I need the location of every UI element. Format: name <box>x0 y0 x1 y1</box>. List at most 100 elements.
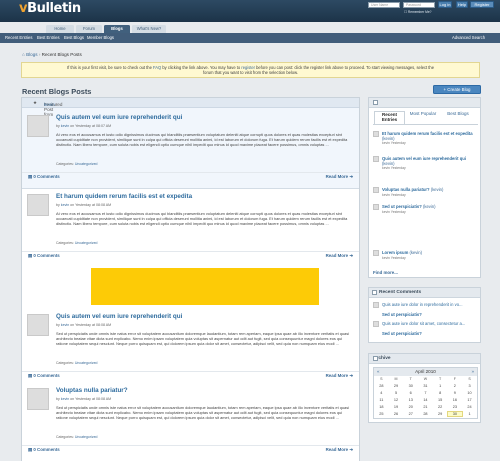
calendar-day[interactable]: 26 <box>389 412 404 416</box>
calendar-day[interactable]: 1 <box>433 384 448 388</box>
calendar-day[interactable]: 4 <box>374 391 389 395</box>
calendar-day[interactable]: 11 <box>374 398 389 402</box>
calendar-day[interactable]: 28 <box>374 384 389 388</box>
prev-month-icon[interactable]: « <box>377 368 380 376</box>
remember-me[interactable]: ☐ Remember Me? <box>404 10 432 14</box>
entry-thumbnail[interactable] <box>27 194 49 216</box>
help-button[interactable]: Help <box>456 1 468 8</box>
entry-thumbnail[interactable] <box>27 115 49 137</box>
featured-author[interactable]: kevin <box>44 102 55 107</box>
comments-link[interactable]: ▤ 0 Comments <box>28 373 60 379</box>
tab-home[interactable]: Home <box>46 25 74 33</box>
calendar-day[interactable]: 23 <box>448 405 463 409</box>
calendar-day[interactable]: 5 <box>389 391 404 395</box>
entry-title[interactable]: Voluptas nulla pariatur? <box>56 387 128 394</box>
subnav-recent-entries[interactable]: Recent Entries <box>5 35 32 40</box>
breadcrumb-blogs[interactable]: Blogs <box>26 52 38 57</box>
tab-recent-entries[interactable]: Recent Entries <box>374 111 405 125</box>
read-more-link[interactable]: Read More ➜ <box>326 447 353 453</box>
subnav-member-blogs[interactable]: Member Blogs <box>87 35 114 40</box>
next-month-icon[interactable]: » <box>471 368 474 376</box>
entry-footer: ▤ 0 Comments Read More ➜ <box>22 251 359 259</box>
calendar-day[interactable]: 10 <box>462 391 477 395</box>
calendar-day[interactable]: 9 <box>448 391 463 395</box>
calendar-day[interactable]: 8 <box>433 391 448 395</box>
login-button[interactable]: Log in <box>438 1 452 8</box>
collapse-icon[interactable] <box>373 100 378 105</box>
calendar-day[interactable]: 13 <box>403 398 418 402</box>
calendar-day[interactable]: 30 <box>403 384 418 388</box>
calendar-day[interactable]: 17 <box>462 398 477 402</box>
calendar-day[interactable]: 31 <box>418 384 433 388</box>
tab-most-popular[interactable]: Most Popular <box>408 111 438 116</box>
entry-meta: by kevin on Yesterday at 08:08 AM <box>56 323 112 327</box>
collapse-icon[interactable] <box>373 356 378 361</box>
subnav-best-blogs[interactable]: Best Blogs <box>64 35 84 40</box>
calendar-day[interactable]: 25 <box>374 412 389 416</box>
faq-link[interactable]: FAQ <box>153 65 161 70</box>
subnav-best-entries[interactable]: Best Entries <box>37 35 60 40</box>
calendar-day[interactable]: 7 <box>418 391 433 395</box>
comment-avatar <box>373 321 379 327</box>
tab-forum[interactable]: Forum <box>76 25 102 33</box>
calendar-day[interactable]: 21 <box>418 405 433 409</box>
calendar-day[interactable]: 2 <box>448 384 463 388</box>
block-title: Recent Comments <box>379 290 422 295</box>
find-more-link[interactable]: Find more... <box>373 270 398 275</box>
read-more-link[interactable]: Read More ➜ <box>326 253 353 259</box>
tab-blogs[interactable]: Blogs <box>104 25 130 33</box>
calendar-day[interactable]: 16 <box>448 398 463 402</box>
entry-thumbnail-small <box>373 250 379 256</box>
breadcrumb-current: Recent Blogs Posts <box>41 52 82 57</box>
calendar-day[interactable]: 6 <box>403 391 418 395</box>
comments-link[interactable]: ▤ 0 Comments <box>28 447 60 453</box>
read-more-link[interactable]: Read More ➜ <box>326 373 353 379</box>
calendar-day[interactable]: 27 <box>403 412 418 416</box>
calendar-day[interactable]: 22 <box>433 405 448 409</box>
read-more-link[interactable]: Read More ➜ <box>326 174 353 180</box>
archive-block: Archive April 2010 « » S M T W T F S 28 29 30 31 1 2… <box>368 353 481 423</box>
calendar-day[interactable]: 30 <box>446 411 464 417</box>
calendar-day[interactable]: 14 <box>418 398 433 402</box>
comment-icon: ▤ <box>28 253 33 258</box>
calendar-weekday: M <box>394 377 398 381</box>
entry-thumbnail[interactable] <box>27 388 49 410</box>
comment-icon: ▤ <box>28 373 33 378</box>
entry-thumbnail-small <box>373 131 379 137</box>
entry-thumbnail-small <box>373 204 379 210</box>
calendar-day[interactable]: 18 <box>374 405 389 409</box>
calendar-day[interactable]: 29 <box>433 412 448 416</box>
register-link[interactable]: register <box>241 65 255 70</box>
tab-best-blogs[interactable]: Best Blogs <box>443 111 473 116</box>
advertisement-banner[interactable] <box>91 268 319 305</box>
recent-entries-block: Recent Entries Most Popular Best Blogs E… <box>368 97 481 278</box>
calendar-weekday: T <box>439 377 442 381</box>
entry-title[interactable]: Quis autem vel eum iure reprehenderit qu… <box>56 313 182 320</box>
password-field[interactable]: Password <box>403 2 435 8</box>
tab-whats-new[interactable]: What's New? <box>132 25 166 33</box>
comments-link[interactable]: ▤ 0 Comments <box>28 253 60 259</box>
username-field[interactable]: User Name <box>368 2 400 8</box>
register-button[interactable]: Register <box>470 1 494 8</box>
entry-thumbnail[interactable] <box>27 314 49 336</box>
calendar-day[interactable]: 1 <box>462 412 477 416</box>
comments-link[interactable]: ▤ 0 Comments <box>28 174 60 180</box>
calendar-day[interactable]: 19 <box>389 405 404 409</box>
calendar-day[interactable]: 24 <box>462 405 477 409</box>
entry-title[interactable]: Et harum quidem rerum facilis est et exp… <box>56 193 192 200</box>
calendar-day[interactable]: 3 <box>462 384 477 388</box>
home-icon[interactable]: ⌂ <box>22 52 25 57</box>
calendar-day[interactable]: 12 <box>389 398 404 402</box>
featured-header: ★ Featured Post from kevin <box>22 98 359 117</box>
calendar-day[interactable]: 28 <box>418 412 433 416</box>
calendar-day[interactable]: 29 <box>389 384 404 388</box>
comment-icon: ▤ <box>28 447 33 452</box>
comment-icon: ▤ <box>28 174 33 179</box>
calendar-day[interactable]: 15 <box>433 398 448 402</box>
entry-title[interactable]: Quis autem vel eum iure reprehenderit qu… <box>56 114 182 121</box>
create-blog-button[interactable]: + Create Blog <box>433 85 481 94</box>
site-logo[interactable]: vBulletin <box>19 1 81 16</box>
advanced-search-link[interactable]: Advanced Search <box>452 35 485 40</box>
calendar-day[interactable]: 20 <box>403 405 418 409</box>
collapse-icon[interactable] <box>372 290 377 295</box>
